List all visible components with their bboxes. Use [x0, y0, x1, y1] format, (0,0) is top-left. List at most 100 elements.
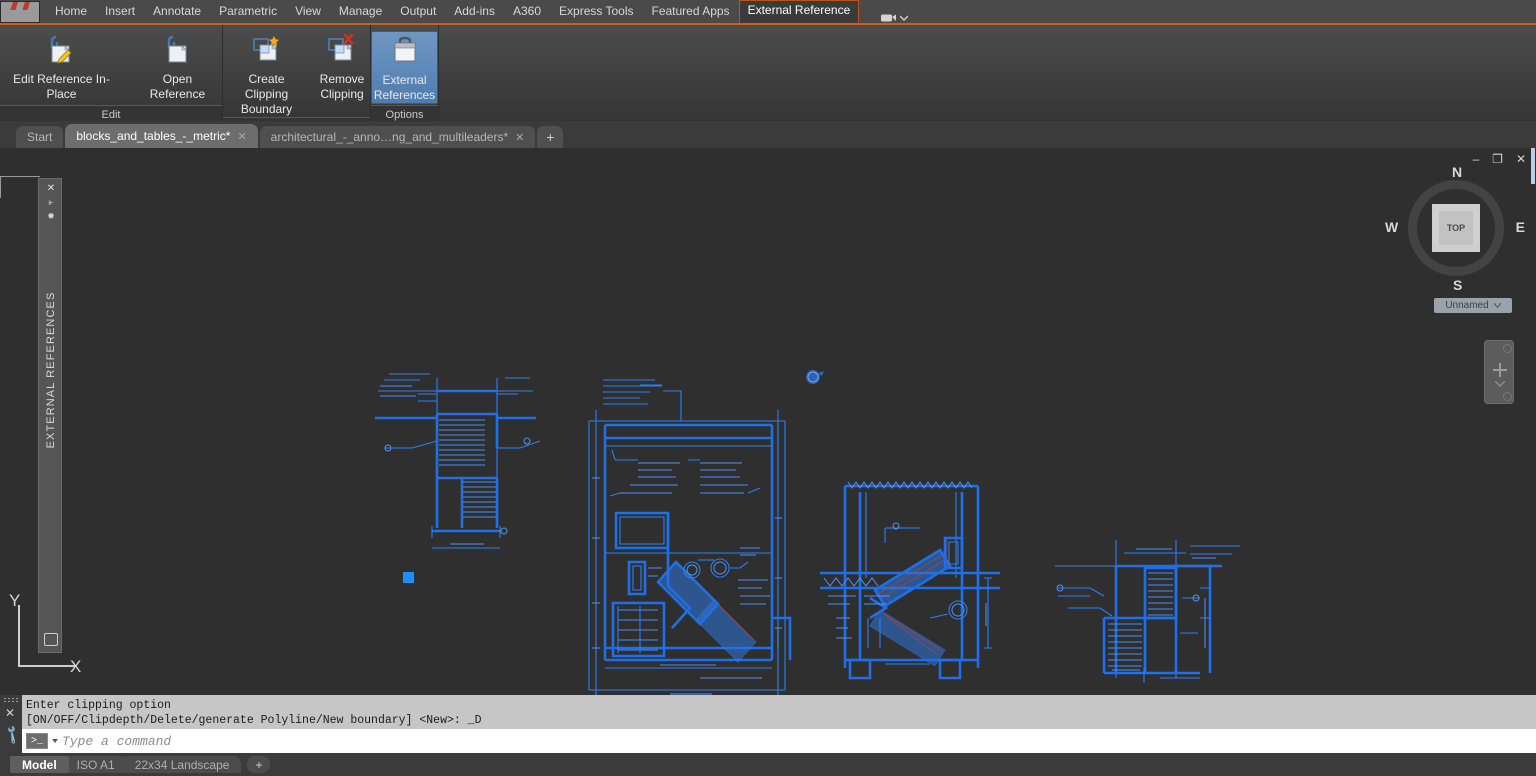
edit-reference-in-place-label: Edit Reference In-Place — [6, 72, 117, 102]
close-icon[interactable]: ✕ — [237, 130, 246, 143]
compass-south-label[interactable]: S — [1453, 277, 1462, 293]
ribbon-panel-edit: Edit Reference In-Place Open Reference E… — [0, 25, 223, 123]
ribbon-panel-clipping: Create Clipping Boundary Remove Clipping — [223, 25, 371, 123]
external-references-palette[interactable]: ✕ ⫦ ✹ EXTERNAL REFERENCES — [38, 178, 62, 653]
logo-stroke-left — [10, 1, 20, 10]
external-references-icon — [387, 34, 423, 68]
selection-grip[interactable] — [403, 572, 414, 583]
compass-east-label[interactable]: E — [1516, 219, 1525, 235]
ribbon-tab-home[interactable]: Home — [46, 1, 96, 23]
external-references-button[interactable]: External References — [371, 31, 438, 104]
ribbon-tab-annotate[interactable]: Annotate — [144, 1, 210, 23]
remove-clipping-button[interactable]: Remove Clipping — [314, 31, 370, 102]
chevron-down-icon[interactable] — [1495, 381, 1505, 387]
chevron-down-icon — [1494, 303, 1501, 308]
external-references-label: External References — [374, 73, 435, 103]
cad-drawing-geometry — [0, 148, 1536, 695]
drawing-canvas[interactable]: – ❐ ✕ — [0, 148, 1536, 695]
file-tab-architectural-annotation[interactable]: architectural_-_anno…ng_and_multileaders… — [260, 126, 536, 148]
ucs-icon: Y X — [18, 605, 78, 667]
ribbon-tab-external-reference[interactable]: External Reference — [739, 0, 860, 23]
remove-clipping-label: Remove Clipping — [320, 72, 365, 102]
scrollbar-thumb[interactable] — [1531, 148, 1535, 184]
file-tab-blocks-and-tables-metric-label: blocks_and_tables_-_metric* — [76, 129, 230, 143]
autocad-logo[interactable] — [0, 1, 40, 23]
steering-wheel-icon[interactable] — [1503, 344, 1512, 353]
file-tab-blocks-and-tables-metric[interactable]: blocks_and_tables_-_metric* ✕ — [65, 124, 257, 148]
ribbon-tab-output[interactable]: Output — [391, 1, 445, 23]
ucs-y-label: Y — [9, 591, 20, 611]
drag-handle-icon[interactable] — [3, 697, 19, 703]
create-clipping-boundary-label: Create Clipping Boundary — [229, 72, 304, 117]
layout-tab-22x34-landscape[interactable]: 22x34 Landscape — [123, 756, 242, 773]
view-cube[interactable]: TOP N S E W — [1408, 180, 1504, 276]
workspace-camera-icon[interactable] — [881, 12, 908, 23]
ribbon-tab-add-ins[interactable]: Add-ins — [445, 1, 504, 23]
status-bar: Model ISO A1 22x34 Landscape + — [0, 753, 1536, 776]
layout-tab-model[interactable]: Model — [10, 756, 69, 773]
navigation-bar[interactable] — [1484, 340, 1514, 404]
view-cube-top-face[interactable]: TOP — [1432, 204, 1480, 252]
remove-clipping-icon — [324, 33, 360, 67]
ribbon-tab-featured-apps[interactable]: Featured Apps — [643, 1, 739, 23]
close-icon[interactable]: ✕ — [39, 183, 63, 194]
compass-north-label[interactable]: N — [1452, 164, 1462, 180]
command-line-gutter: ✕ 🔧 — [0, 695, 22, 753]
new-layout-button[interactable]: + — [247, 756, 270, 773]
command-prompt-icon[interactable]: >_ — [26, 733, 48, 749]
ribbon-tab-express-tools[interactable]: Express Tools — [550, 1, 642, 23]
open-reference-button[interactable]: Open Reference — [133, 31, 222, 102]
compass-west-label[interactable]: W — [1385, 219, 1398, 235]
edit-reference-in-place-button[interactable]: Edit Reference In-Place — [0, 31, 123, 102]
ucs-x-axis — [18, 665, 76, 667]
new-file-tab-button[interactable]: + — [537, 126, 563, 148]
canvas-vertical-scrollbar[interactable] — [1530, 148, 1536, 695]
ribbon-tab-manage[interactable]: Manage — [330, 1, 391, 23]
cad-object-marker — [806, 370, 824, 384]
edit-reference-icon — [43, 33, 79, 67]
ribbon-tab-view[interactable]: View — [286, 1, 330, 23]
command-history: Enter clipping option [ON/OFF/Clipdepth/… — [22, 695, 1536, 729]
ribbon-empty-area — [439, 25, 1536, 123]
file-tab-bar: Start blocks_and_tables_-_metric* ✕ arch… — [0, 121, 1536, 148]
file-tab-start[interactable]: Start — [16, 126, 63, 148]
command-history-line-1: Enter clipping option — [26, 698, 1536, 713]
palette-connector-line — [0, 176, 40, 198]
close-icon[interactable]: ✕ — [5, 706, 15, 720]
close-icon[interactable]: ✕ — [515, 131, 524, 144]
cad-drawing-right-elevation — [820, 482, 1000, 678]
file-tab-architectural-annotation-label: architectural_-_anno…ng_and_multileaders… — [271, 130, 508, 144]
view-cube-face-label: TOP — [1439, 211, 1473, 245]
named-view-label: Unnamed — [1445, 300, 1488, 311]
cad-drawing-center-plan — [589, 380, 790, 695]
ribbon-tab-bar: Home Insert Annotate Parametric View Man… — [0, 0, 1536, 23]
pan-icon[interactable] — [1493, 363, 1507, 377]
ribbon-tab-parametric[interactable]: Parametric — [210, 1, 286, 23]
command-history-line-2: [ON/OFF/Clipdepth/Delete/generate Polyli… — [26, 713, 1536, 728]
layout-tab-iso-a1[interactable]: ISO A1 — [65, 756, 127, 773]
customize-wrench-icon[interactable]: 🔧 — [1, 724, 23, 746]
file-tab-start-label: Start — [27, 130, 52, 144]
open-reference-icon — [159, 33, 195, 67]
command-line: ✕ 🔧 Enter clipping option [ON/OFF/Clipde… — [0, 695, 1536, 753]
chevron-down-icon[interactable] — [52, 739, 58, 743]
panel-properties-icon[interactable]: ✹ — [39, 211, 63, 222]
ribbon-panel-bar: Edit Reference In-Place Open Reference E… — [0, 23, 1536, 121]
camera-glyph — [881, 12, 896, 23]
ucs-y-axis — [18, 605, 20, 665]
ribbon-panel-options: External References Options — [371, 25, 439, 123]
external-references-palette-title: EXTERNAL REFERENCES — [45, 282, 57, 458]
auto-hide-icon[interactable]: ⫦ — [39, 197, 63, 208]
command-input-row[interactable]: >_ Type a command — [22, 729, 1536, 753]
ribbon-tab-a360[interactable]: A360 — [504, 1, 550, 23]
ribbon-tab-insert[interactable]: Insert — [96, 1, 144, 23]
ucs-x-label: X — [70, 657, 81, 677]
open-reference-label: Open Reference — [139, 72, 216, 102]
command-input[interactable]: Type a command — [62, 734, 171, 749]
orbit-icon[interactable] — [1503, 392, 1512, 401]
named-view-dropdown[interactable]: Unnamed — [1434, 298, 1512, 313]
create-clipping-boundary-icon — [249, 33, 285, 67]
chevron-down-icon — [900, 15, 908, 21]
create-clipping-boundary-button[interactable]: Create Clipping Boundary — [223, 31, 310, 117]
cad-drawing-left-section — [375, 374, 540, 548]
